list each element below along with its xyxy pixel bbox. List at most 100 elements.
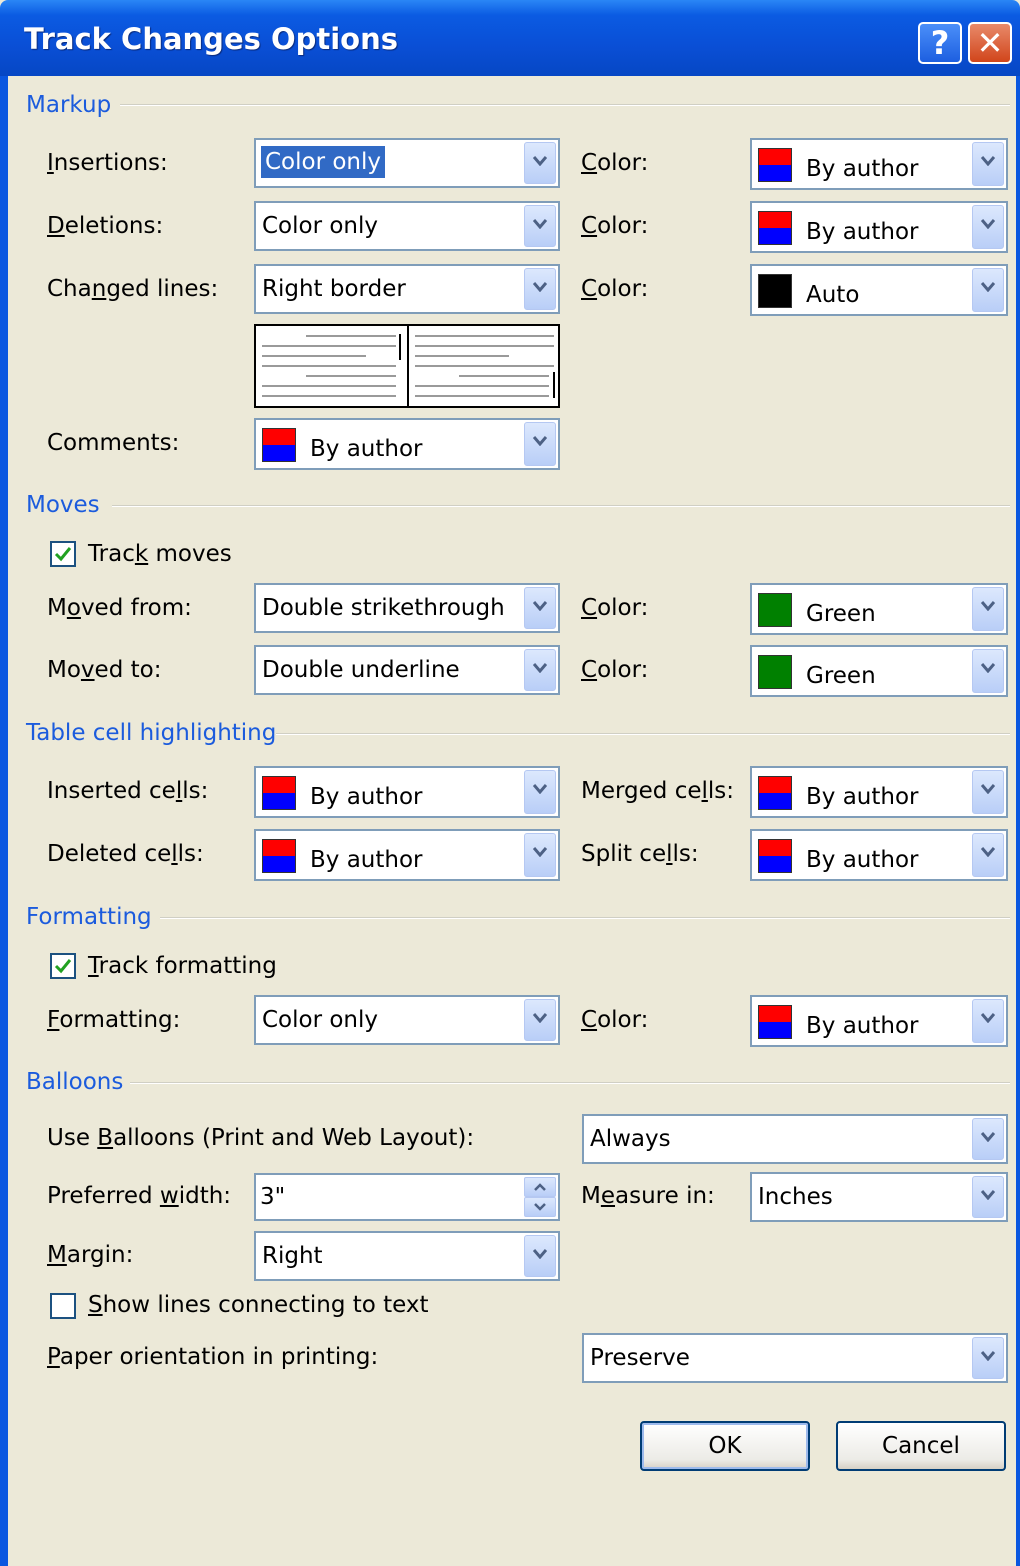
moved-from-dropdown[interactable]: Double strikethrough [254,583,560,633]
track-moves-label[interactable]: Track moves [88,541,232,567]
deletions-color-label: Color: [581,213,649,239]
chevron-down-icon[interactable] [524,268,556,310]
moved-from-label: Moved from: [47,595,192,621]
spin-down-icon[interactable] [524,1197,556,1217]
split-cells-dropdown[interactable]: By author [750,829,1008,881]
section-balloons-heading: Balloons [26,1069,124,1095]
changed-lines-color-label: Color: [581,276,649,302]
close-icon: ✕ [976,24,1004,62]
use-balloons-dropdown[interactable]: Always [582,1114,1008,1164]
preferred-width-spinner[interactable]: 3" [254,1173,560,1221]
merged-cells-dropdown[interactable]: By author [750,766,1008,818]
section-formatting-heading: Formatting [26,904,152,930]
show-lines-checkbox[interactable] [50,1293,76,1319]
chevron-down-icon[interactable] [972,1176,1004,1218]
moved-from-color-label: Color: [581,595,649,621]
color-swatch [262,776,296,810]
changed-lines-color-dropdown[interactable]: Auto [750,264,1008,316]
use-balloons-value: Always [590,1126,671,1152]
paper-orientation-dropdown[interactable]: Preserve [582,1333,1008,1383]
spin-up-icon[interactable] [524,1177,556,1197]
moved-from-color-dropdown[interactable]: Green [750,583,1008,635]
divider [120,104,1010,106]
chevron-down-icon[interactable] [972,999,1004,1043]
deletions-color-dropdown[interactable]: By author [750,201,1008,253]
deleted-cells-dropdown[interactable]: By author [254,829,560,881]
chevron-down-icon[interactable] [972,1337,1004,1379]
comments-value: By author [310,436,423,462]
insertions-color-dropdown[interactable]: By author [750,138,1008,190]
chevron-down-icon[interactable] [972,268,1004,312]
deletions-value: Color only [262,213,379,239]
chevron-down-icon[interactable] [524,142,556,184]
chevron-down-icon[interactable] [972,833,1004,877]
paper-orientation-value: Preserve [590,1345,690,1371]
deletions-dropdown[interactable]: Color only [254,201,560,251]
margin-label: Margin: [47,1242,134,1268]
measure-in-dropdown[interactable]: Inches [750,1172,1008,1222]
chevron-down-icon[interactable] [972,142,1004,186]
preferred-width-label: Preferred width: [47,1183,232,1209]
chevron-down-icon[interactable] [524,649,556,691]
help-icon: ? [930,24,950,62]
chevron-down-icon[interactable] [524,587,556,629]
margin-value: Right [262,1243,323,1269]
margin-dropdown[interactable]: Right [254,1231,560,1281]
divider [160,917,1010,919]
title-bar: Track Changes Options ? ✕ [0,0,1020,76]
moved-to-color-dropdown[interactable]: Green [750,645,1008,697]
paper-orientation-label: Paper orientation in printing: [47,1344,379,1370]
color-swatch [758,839,792,873]
chevron-down-icon[interactable] [972,205,1004,249]
use-balloons-label: Use Balloons (Print and Web Layout): [47,1125,475,1151]
window-border-left [0,76,8,1566]
deletions-label: Deletions: [47,213,164,239]
split-cells-value: By author [806,847,919,873]
chevron-down-icon[interactable] [972,587,1004,631]
chevron-down-icon[interactable] [524,770,556,814]
chevron-down-icon[interactable] [524,205,556,247]
track-formatting-label[interactable]: Track formatting [88,953,277,979]
moved-from-value: Double strikethrough [262,595,505,621]
chevron-down-icon[interactable] [972,770,1004,814]
help-button[interactable]: ? [918,22,962,64]
insertions-dropdown[interactable]: Color only [254,138,560,188]
close-button[interactable]: ✕ [968,22,1012,64]
moved-to-dropdown[interactable]: Double underline [254,645,560,695]
measure-in-label: Measure in: [581,1183,715,1209]
chevron-down-icon[interactable] [524,999,556,1041]
formatting-dropdown[interactable]: Color only [254,995,560,1045]
ok-button[interactable]: OK [640,1421,810,1471]
color-swatch [758,776,792,810]
chevron-down-icon[interactable] [524,422,556,466]
window-title: Track Changes Options [24,22,399,56]
chevron-down-icon[interactable] [972,1118,1004,1160]
inserted-cells-dropdown[interactable]: By author [254,766,560,818]
show-lines-label[interactable]: Show lines connecting to text [88,1292,429,1318]
chevron-down-icon[interactable] [524,1235,556,1277]
chevron-down-icon[interactable] [524,833,556,877]
changed-lines-dropdown[interactable]: Right border [254,264,560,314]
insertions-value: Color only [259,145,387,179]
chevron-down-icon[interactable] [972,649,1004,693]
preview-page-left [262,334,401,397]
moved-to-label: Moved to: [47,657,162,683]
preferred-width-value: 3" [260,1184,286,1210]
comments-color-dropdown[interactable]: By author [254,418,560,470]
track-moves-checkbox[interactable] [50,541,76,567]
moved-to-value: Double underline [262,657,460,683]
window-border-right [1016,76,1020,1566]
formatting-color-label: Color: [581,1007,649,1033]
split-cells-label: Split cells: [581,841,699,867]
moved-to-color-value: Green [806,663,876,689]
deletions-color-value: By author [806,219,919,245]
section-markup-heading: Markup [26,92,112,118]
cancel-button[interactable]: Cancel [836,1421,1006,1471]
section-table-cells-heading: Table cell highlighting [26,720,277,746]
formatting-color-dropdown[interactable]: By author [750,995,1008,1047]
track-formatting-checkbox[interactable] [50,953,76,979]
deleted-cells-value: By author [310,847,423,873]
color-swatch [758,148,792,182]
color-swatch [758,655,792,689]
formatting-color-value: By author [806,1013,919,1039]
